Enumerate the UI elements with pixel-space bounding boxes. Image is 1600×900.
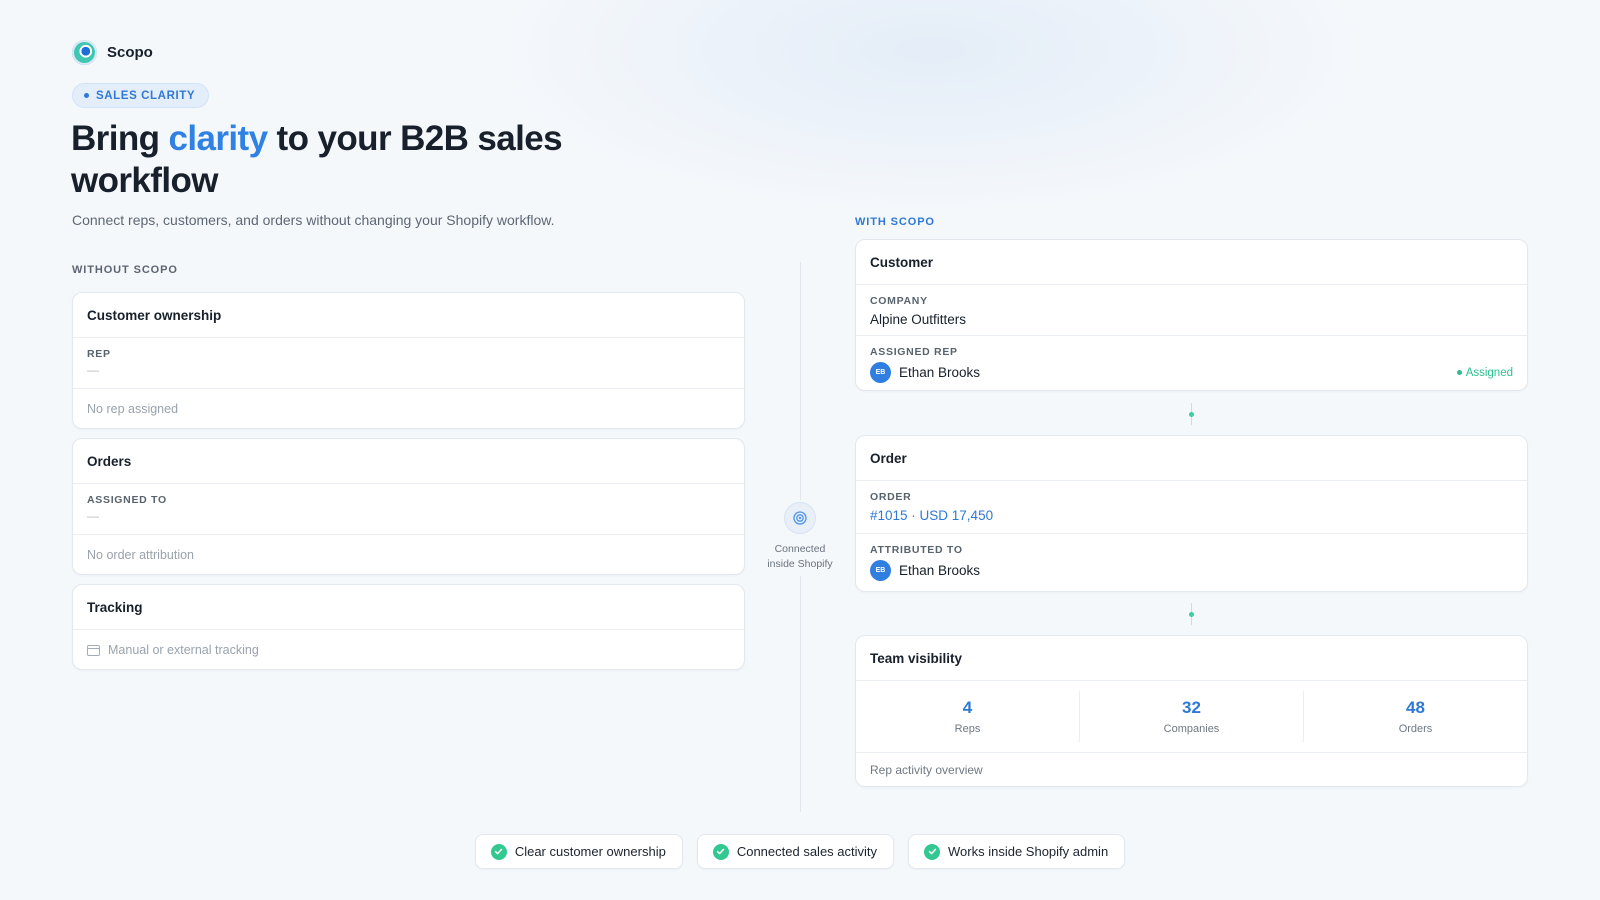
target-icon — [784, 502, 816, 534]
benefits-bar: Clear customer ownership Connected sales… — [0, 834, 1600, 869]
card-title: Team visibility — [856, 636, 1527, 681]
stat-label: Orders — [1398, 723, 1433, 735]
connector-line-2: inside Shopify — [767, 558, 833, 570]
orders-card: Orders ASSIGNED TO — No order attributio… — [72, 438, 745, 575]
with-scopo-label: WITH SCOPO — [855, 216, 935, 228]
benefit-label: Works inside Shopify admin — [948, 844, 1109, 859]
title-accent: clarity — [168, 119, 269, 158]
without-scopo-label: WITHOUT SCOPO — [72, 264, 178, 276]
status-dot-icon — [1456, 370, 1462, 375]
page-subtitle: Connect reps, customers, and orders with… — [72, 212, 555, 228]
field-label: ATTRIBUTED TO — [870, 544, 963, 556]
note-row: No rep assigned — [73, 389, 744, 429]
card-title: Order — [856, 436, 1527, 481]
assigned-to-row: ASSIGNED TO — — [73, 484, 744, 535]
check-circle-icon — [712, 843, 729, 860]
field-value: — — [87, 509, 99, 523]
customer-card: Customer COMPANY Alpine Outfitters ASSIG… — [855, 239, 1528, 391]
tracking-note: Manual or external tracking — [108, 643, 259, 657]
stats-row: 4 Reps 32 Companies 48 Orders — [856, 681, 1527, 753]
stat-reps: 4 Reps — [856, 691, 1080, 742]
status-text: Assigned — [1465, 366, 1513, 379]
stat-value: 48 — [1406, 698, 1425, 717]
scopo-logo-icon — [72, 40, 97, 65]
badge-label: SALES CLARITY — [96, 89, 196, 102]
field-label: COMPANY — [870, 295, 928, 307]
page-title: Bring clarity to your B2B sales workflow — [71, 118, 631, 202]
team-visibility-card: Team visibility 4 Reps 32 Companies 48 O… — [855, 635, 1528, 787]
avatar: EB — [870, 560, 891, 581]
check-circle-icon — [924, 843, 941, 860]
card-title: Orders — [73, 439, 744, 484]
rep-name: Ethan Brooks — [899, 365, 981, 380]
rep-line: EB Ethan Brooks — [870, 560, 1513, 581]
flow-connector-1 — [1189, 403, 1194, 425]
brand-name: Scopo — [107, 44, 153, 61]
stat-orders: 48 Orders — [1304, 691, 1527, 742]
benefit-label: Connected sales activity — [736, 844, 878, 859]
connector-line-1: Connected — [774, 543, 826, 555]
rep-row: REP — — [73, 338, 744, 389]
assigned-rep-row: ASSIGNED REP EB Ethan Brooks Assigned — [856, 336, 1527, 390]
tracking-card: Tracking Manual or external tracking — [72, 584, 745, 670]
benefit-chip: Clear customer ownership — [474, 834, 683, 869]
customer-ownership-card: Customer ownership REP — No rep assigned — [72, 292, 745, 429]
empty-note: No rep assigned — [87, 402, 179, 416]
attributed-to-row: ATTRIBUTED TO EB Ethan Brooks — [856, 534, 1527, 591]
check-circle-icon — [490, 843, 507, 860]
calendar-icon — [87, 644, 100, 656]
stat-value: 32 — [1182, 698, 1201, 717]
company-row: COMPANY Alpine Outfitters — [856, 285, 1527, 336]
benefit-chip: Works inside Shopify admin — [908, 834, 1126, 869]
order-row: ORDER #1015 · USD 17,450 — [856, 481, 1527, 534]
flow-connector-2 — [1189, 603, 1194, 625]
field-label: ASSIGNED TO — [87, 494, 167, 506]
status-badge: Assigned — [1456, 366, 1513, 379]
footer-row: Rep activity overview — [856, 753, 1527, 786]
sales-clarity-badge: SALES CLARITY — [72, 83, 210, 108]
badge-dot-icon — [84, 93, 89, 98]
benefit-label: Clear customer ownership — [514, 844, 666, 859]
empty-note: No order attribution — [87, 548, 195, 562]
rep-name: Ethan Brooks — [899, 563, 981, 578]
note-row: Manual or external tracking — [73, 630, 744, 670]
order-link[interactable]: #1015 · USD 17,450 — [870, 508, 1513, 523]
rep-line: EB Ethan Brooks Assigned — [870, 362, 1513, 383]
card-title: Customer — [856, 240, 1527, 285]
stat-label: Reps — [954, 723, 981, 735]
card-title: Customer ownership — [73, 293, 744, 338]
title-part-1: Bring — [71, 119, 169, 158]
connector: Connected inside Shopify — [758, 500, 842, 576]
note-row: No order attribution — [73, 535, 744, 575]
field-value: — — [87, 363, 99, 377]
field-label: ORDER — [870, 491, 912, 503]
benefit-chip: Connected sales activity — [696, 834, 895, 869]
company-value: Alpine Outfitters — [870, 312, 967, 327]
stat-label: Companies — [1163, 723, 1220, 735]
avatar: EB — [870, 362, 891, 383]
card-title: Tracking — [73, 585, 744, 630]
order-card: Order ORDER #1015 · USD 17,450 ATTRIBUTE… — [855, 435, 1528, 592]
field-label: ASSIGNED REP — [870, 346, 958, 358]
brand[interactable]: Scopo — [72, 40, 153, 65]
field-label: REP — [87, 348, 111, 360]
rep-activity-overview: Rep activity overview — [870, 762, 983, 777]
stat-value: 4 — [962, 698, 973, 717]
stat-companies: 32 Companies — [1080, 691, 1304, 742]
